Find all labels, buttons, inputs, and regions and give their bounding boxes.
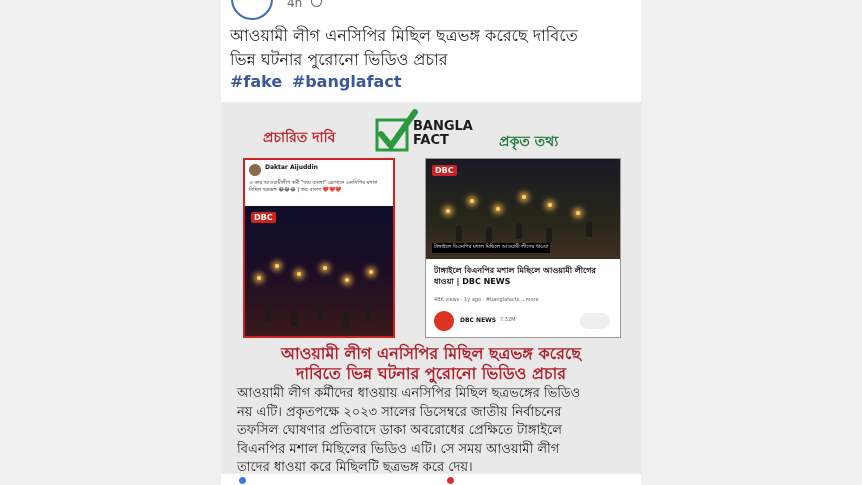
bell-icon: [580, 313, 610, 329]
channel-name: DBC NEWS: [460, 317, 497, 324]
banglafact-logo: BANGLA FACT: [373, 108, 491, 154]
hashtag-link[interactable]: #fake: [230, 72, 282, 91]
video-meta: 48K views · 1y ago · #banglafacts ...mor…: [434, 297, 539, 303]
page-avatar[interactable]: [231, 0, 273, 20]
post-image[interactable]: প্রচারিত দাবি BANGLA FACT প্রকৃত তথ্য Da…: [221, 102, 641, 485]
body-line: আওয়ামী লীগ কর্মীদের ধাওয়ায় এনসিপির মি…: [237, 386, 581, 401]
caption-line: ভিন্ন ঘটনার পুরোনো ভিডিও প্রচার: [230, 50, 448, 69]
logo-text: BANGLA FACT: [413, 119, 473, 148]
hashtag-link[interactable]: #banglafact: [292, 72, 402, 91]
channel-row: DBC NEWS 7.32M: [434, 311, 614, 333]
image-footer: [221, 474, 641, 485]
author-name: Daktar Aijuddin: [265, 164, 318, 171]
dbc-badge: DBC: [432, 165, 457, 176]
post-time[interactable]: 4h: [287, 0, 302, 10]
channel-logo: [434, 311, 454, 331]
post-caption: আওয়ামী লীগ এনসিপির মিছিল ছত্রভঙ্গ করেছে…: [230, 24, 632, 72]
caption-line: আওয়ামী লীগ এনসিপির মিছিল ছত্রভঙ্গ করেছে…: [230, 26, 578, 45]
globe-icon: [311, 0, 322, 7]
body-line: নয় এটি। প্রকৃতপক্ষে ২০২৩ সালের ডিসেম্বর…: [237, 404, 562, 420]
facebook-post: 4h আওয়ামী লীগ এনসিপির মিছিল ছত্রভঙ্গ কর…: [221, 0, 641, 485]
post-header: 4h: [221, 0, 641, 20]
headline-line: দাবিতে ভিন্ন ঘটনার পুরোনো ভিডিও প্রচার: [295, 364, 567, 383]
footer-logo: [239, 477, 246, 484]
fact-label: প্রকৃত তথ্য: [499, 134, 559, 150]
claim-label: প্রচারিত দাবি: [263, 130, 336, 146]
headline-line: আওয়ামী লীগ এনসিপির মিছিল ছত্রভঙ্গ করেছে: [280, 344, 582, 363]
body-line: বিএনপির মশাল মিছিলের ভিডিও এটি। সে সময় …: [237, 441, 560, 457]
claim-screenshot: Daktar Aijuddin এ কার আওয়ামীলীগ কর্মী "…: [243, 158, 395, 338]
author-avatar: [249, 164, 261, 176]
body-line: তফসিল ঘোষণার প্রতিবাদে ডাকা অবরোধের প্রে…: [237, 423, 562, 438]
footer-logo: [447, 477, 454, 484]
video-title: টাঙ্গাইলে বিএনপির মশাল মিছিলে আওয়ামী লী…: [434, 266, 596, 286]
subscriber-count: 7.32M: [500, 317, 516, 323]
image-body: আওয়ামী লীগ কর্মীদের ধাওয়ায় এনসিপির মি…: [237, 385, 629, 478]
fact-screenshot: DBC টাঙ্গাইলে বিএনপির মশাল মিছিলে আওয়াম…: [425, 158, 621, 338]
left-backdrop: [0, 0, 221, 485]
claim-video-frame: DBC: [245, 206, 393, 336]
hashtags: #fake #banglafact: [230, 72, 405, 91]
claim-post-text: এ কার আওয়ামীলীগ কর্মী "জয় বাংলা" স্লোগ…: [249, 180, 378, 193]
right-backdrop: [641, 0, 862, 485]
dbc-badge: DBC: [251, 212, 276, 223]
image-headline: আওয়ামী লীগ এনসিপির মিছিল ছত্রভঙ্গ করেছে…: [221, 344, 641, 384]
video-subtitle: টাঙ্গাইলে বিএনপির মশাল মিছিলে আওয়ামী লী…: [432, 243, 551, 253]
